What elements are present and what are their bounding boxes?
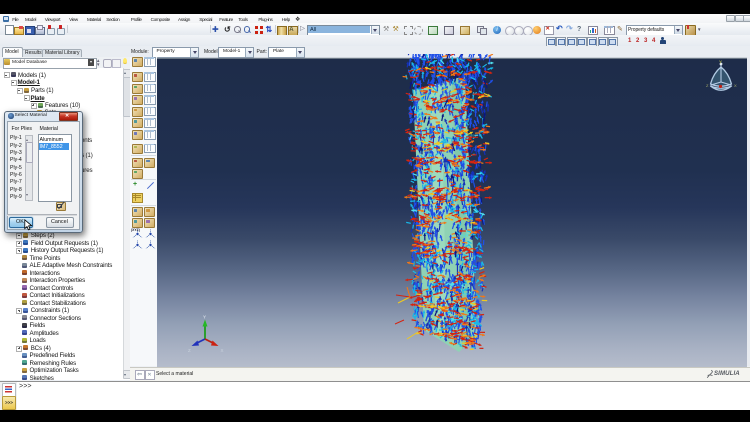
svg-text:Resin: Resin [466,134,474,138]
svg-text:Ply-4: Ply-4 [462,161,469,165]
svg-text:IM7: IM7 [449,93,455,97]
svg-text:Z: Z [188,348,191,353]
svg-text:Ply-1: Ply-1 [454,297,461,301]
svg-text:Ply-4: Ply-4 [429,127,436,131]
svg-text:Alum: Alum [447,140,455,144]
svg-text:IM7: IM7 [426,149,432,153]
svg-text:X: X [734,83,737,88]
svg-text:Resin: Resin [461,292,469,296]
svg-text:Resin: Resin [465,233,473,237]
svg-text:Resin: Resin [451,241,459,245]
svg-text:Y: Y [719,60,722,65]
svg-text:Alum: Alum [456,184,464,188]
svg-text:Resin: Resin [414,111,422,115]
svg-text:Resin: Resin [473,226,481,230]
svg-text:Ply-1: Ply-1 [449,317,456,321]
svg-text:Alum: Alum [466,218,474,222]
svg-text:IM7: IM7 [436,219,442,223]
svg-text:Resin: Resin [461,306,469,310]
svg-text:Alum: Alum [455,165,463,169]
svg-text:Ply-1: Ply-1 [447,127,454,131]
svg-text:Z: Z [706,83,709,88]
svg-text:Y: Y [203,315,206,320]
svg-text:Resin: Resin [422,93,430,97]
svg-text:X: X [221,348,224,353]
svg-text:Ply-4: Ply-4 [434,308,441,312]
svg-text:IM7: IM7 [471,324,477,328]
